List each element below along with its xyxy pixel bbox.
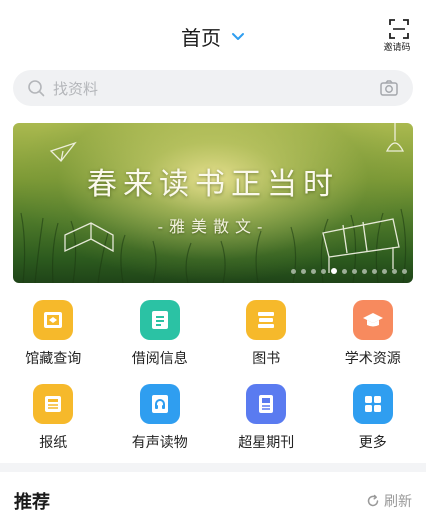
grid-item-borrow-info[interactable]: 借阅信息	[107, 300, 214, 384]
carousel-dot	[321, 268, 326, 274]
banner-headline: 春来读书正当时	[87, 167, 339, 202]
grid-item-label: 图书	[252, 351, 281, 367]
grid-item-chaoxing-journals[interactable]: 超星期刊	[213, 384, 320, 468]
banner-carousel[interactable]: 春来读书正当时 -雅美散文-	[13, 123, 413, 283]
grid-item-newspaper[interactable]: 报纸	[0, 384, 107, 468]
scan-icon	[389, 19, 409, 39]
headphones-icon	[139, 384, 180, 424]
refresh-label: 刷新	[384, 494, 412, 510]
carousel-dot	[372, 268, 377, 274]
carousel-dot-active	[331, 268, 337, 274]
grass-illustration	[20, 123, 407, 283]
books-icon	[246, 300, 287, 340]
grid-item-label: 馆藏查询	[25, 351, 82, 367]
chevron-down-icon	[232, 32, 244, 40]
carousel-dot	[342, 268, 347, 274]
page-title: 首页	[181, 26, 221, 50]
carousel-dot	[352, 268, 357, 274]
grid-item-label: 报纸	[39, 435, 68, 451]
library-icon	[33, 300, 74, 340]
refresh-button[interactable]: 刷新	[366, 491, 412, 511]
grid-item-academic-resources[interactable]: 学术资源	[320, 300, 426, 384]
grid-item-audiobooks[interactable]: 有声读物	[107, 384, 214, 468]
grid-item-label: 更多	[358, 435, 387, 451]
grid-item-collection-search[interactable]: 馆藏查询	[0, 300, 107, 384]
carousel-dot	[301, 268, 306, 274]
carousel-indicator	[291, 268, 407, 274]
graduation-cap-icon	[352, 300, 393, 340]
journal-icon	[246, 384, 287, 424]
carousel-dot	[382, 268, 387, 274]
carousel-dot	[311, 268, 316, 274]
banner-subtitle: -雅美散文-	[157, 217, 269, 236]
search-bar[interactable]: 找资料	[13, 70, 413, 106]
scan-button[interactable]: 邀请码	[383, 18, 412, 53]
recommend-title: 推荐	[14, 492, 50, 513]
carousel-dot	[392, 268, 397, 274]
search-placeholder: 找资料	[53, 79, 99, 98]
feature-grid: 馆藏查询 借阅信息 图书 学术资源 报纸 有声读物 超星期刊 更多	[0, 300, 426, 468]
search-icon	[28, 80, 45, 97]
grid-item-label: 超星期刊	[238, 435, 295, 451]
grid-item-more[interactable]: 更多	[320, 384, 426, 468]
more-grid-icon	[352, 384, 393, 424]
camera-icon[interactable]	[379, 78, 399, 98]
title-dropdown[interactable]: 首页	[0, 22, 426, 51]
header: 首页 邀请码	[0, 0, 426, 70]
grid-item-label: 有声读物	[131, 435, 188, 451]
section-divider	[0, 463, 426, 472]
refresh-icon	[367, 494, 379, 507]
newspaper-icon	[33, 384, 74, 424]
carousel-dot	[402, 268, 407, 274]
grid-item-label: 学术资源	[344, 351, 401, 367]
borrow-list-icon	[139, 300, 180, 340]
grid-item-label: 借阅信息	[131, 351, 188, 367]
scan-label: 邀请码	[383, 43, 411, 53]
recommend-section: 推荐 刷新	[0, 472, 426, 522]
carousel-dot	[362, 268, 367, 274]
grid-item-books[interactable]: 图书	[213, 300, 320, 384]
carousel-dot	[291, 268, 296, 274]
